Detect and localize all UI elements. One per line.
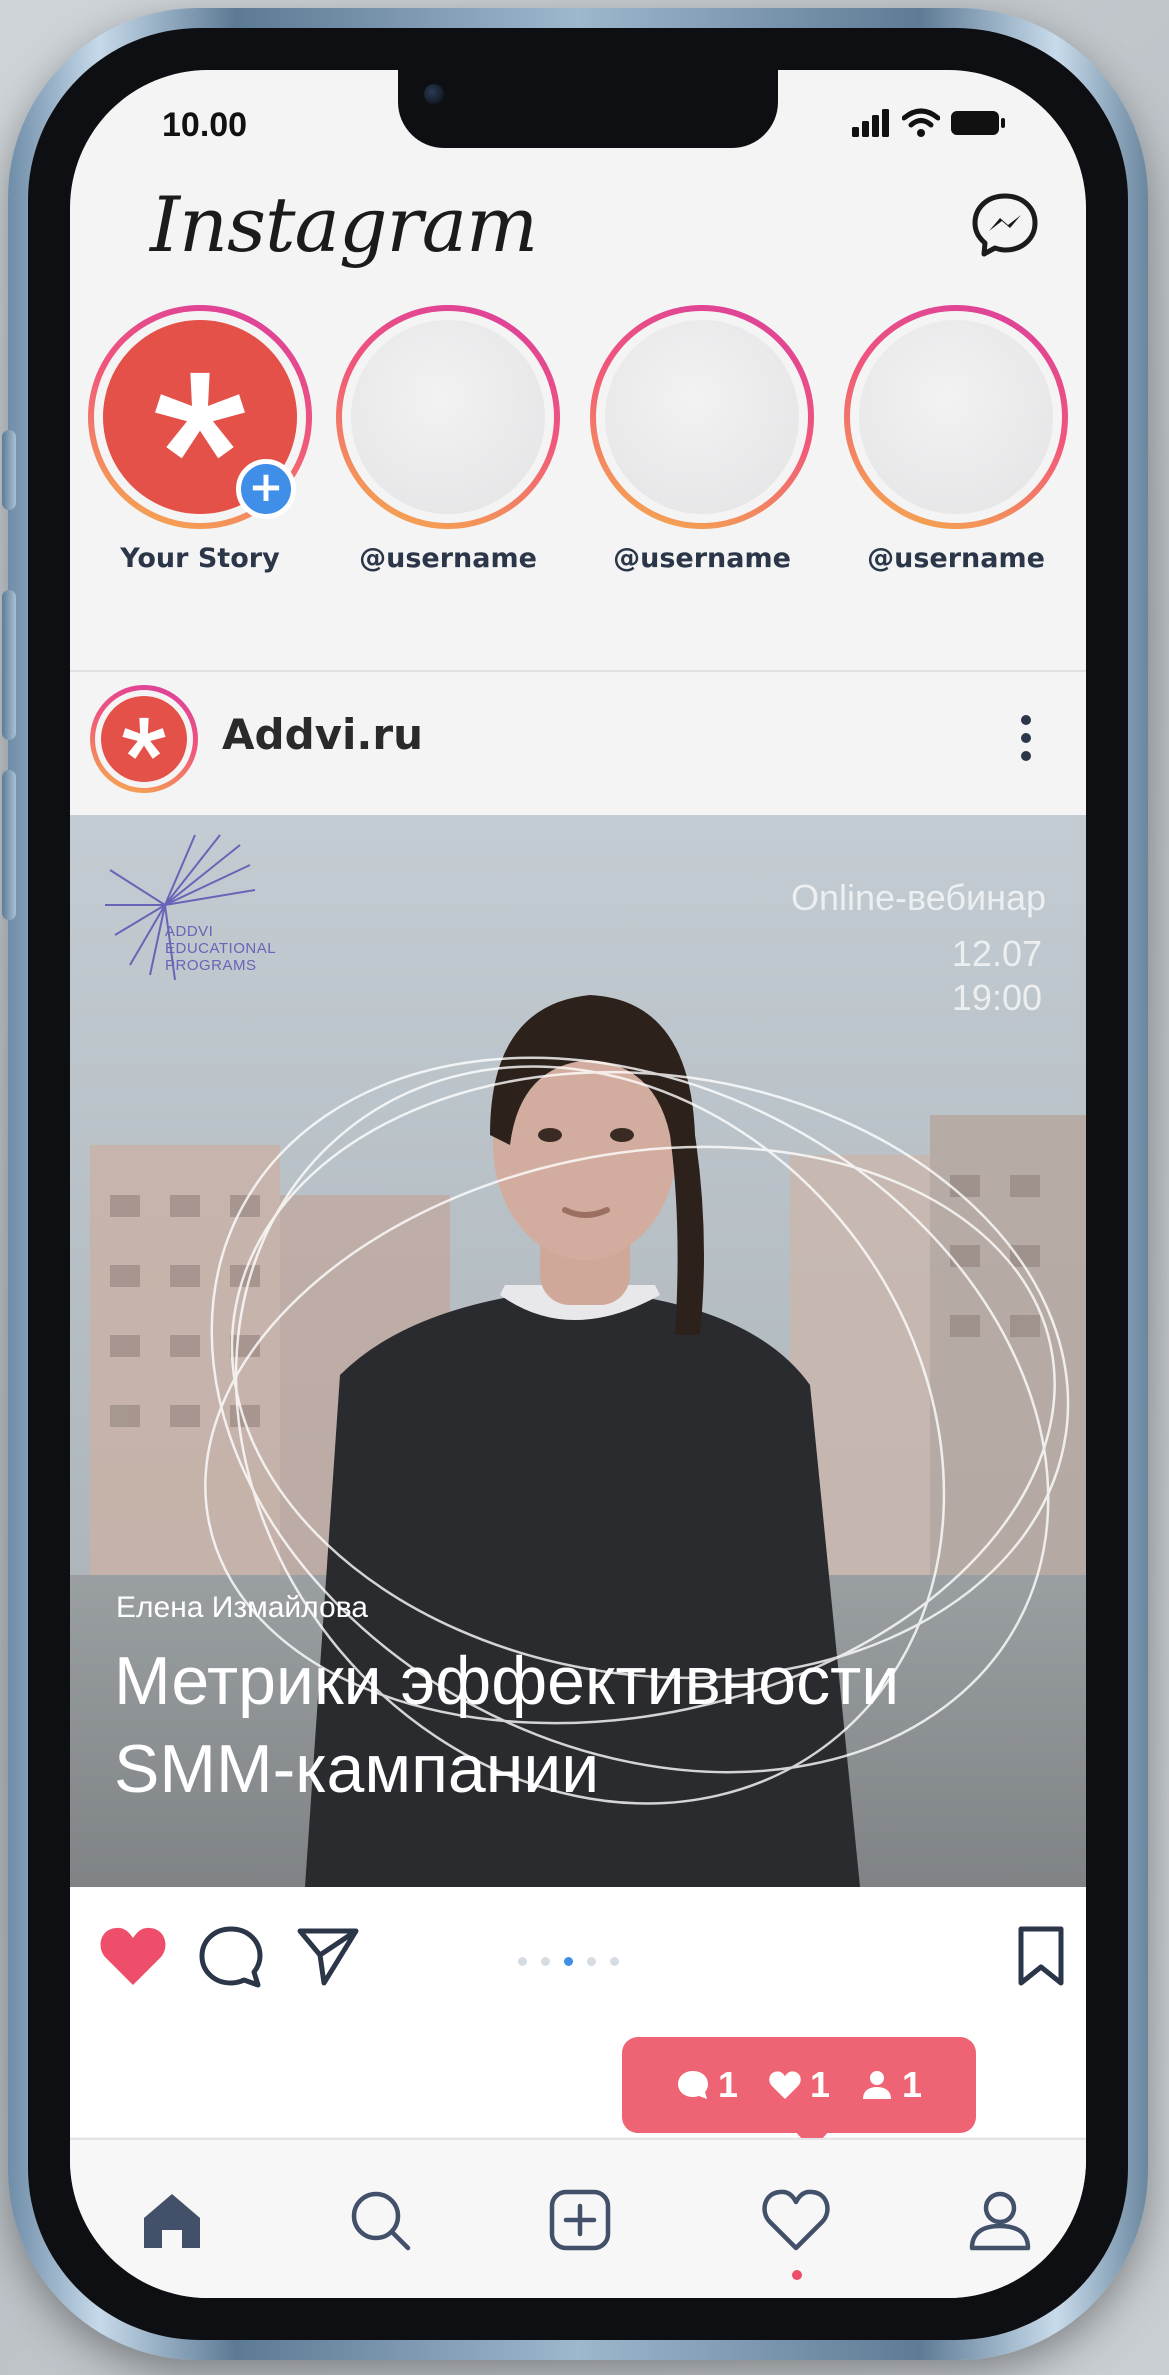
messenger-button[interactable] — [970, 190, 1040, 260]
profile-icon — [969, 2191, 1031, 2251]
carousel-indicator — [518, 1957, 619, 1966]
more-vertical-icon — [1021, 715, 1031, 761]
activity-indicator-dot — [792, 2270, 802, 2280]
story-label: @username — [613, 543, 791, 574]
status-icons — [852, 108, 1006, 138]
like-button[interactable] — [98, 1925, 168, 1991]
comment-filled-icon — [677, 2071, 708, 2099]
volume-down-button — [2, 770, 16, 920]
app-logo: Instagram — [150, 180, 538, 269]
post-actions-bar — [70, 1887, 1086, 2017]
activity-notification[interactable]: 1 1 1 — [622, 2037, 976, 2133]
carousel-dot — [518, 1957, 527, 1966]
notif-comments: 1 — [676, 2064, 738, 2106]
notif-followers: 1 — [860, 2064, 922, 2106]
battery-icon — [951, 111, 1005, 135]
carousel-dot — [541, 1957, 550, 1966]
post-author-name[interactable]: Addvi.ru — [222, 710, 423, 759]
avatar — [605, 320, 799, 514]
brand-logo-icon — [155, 372, 245, 459]
phone-screen: 10.00 Instagram + Your Story @username @… — [70, 70, 1086, 2298]
notif-likes: 1 — [768, 2064, 830, 2106]
volume-up-button — [2, 590, 16, 740]
media-logo-text: ADDVI EDUCATIONAL PROGRAMS — [165, 923, 277, 974]
stories-row: + Your Story @username @username @userna… — [70, 305, 1086, 665]
share-button[interactable] — [296, 1925, 360, 1993]
stories-divider — [70, 670, 1086, 672]
webinar-headline: Метрики эффективности SMM-кампании — [114, 1643, 900, 1807]
create-icon — [549, 2189, 611, 2251]
notif-followers-count: 1 — [902, 2064, 923, 2105]
heart-filled-icon — [769, 2071, 801, 2100]
avatar — [351, 320, 545, 514]
post-author-avatar[interactable] — [90, 685, 198, 793]
front-camera — [424, 84, 444, 104]
send-icon — [297, 1928, 359, 1986]
brand-logo-icon — [122, 717, 166, 759]
carousel-dot — [587, 1957, 596, 1966]
add-story-button[interactable]: + — [236, 459, 296, 519]
messenger-icon — [972, 193, 1038, 257]
story-item[interactable]: @username — [586, 305, 818, 574]
tab-search[interactable] — [344, 2184, 416, 2256]
signal-icon — [852, 109, 889, 137]
story-ring — [844, 305, 1068, 529]
save-button[interactable] — [1016, 1925, 1066, 1993]
avatar — [859, 320, 1053, 514]
status-time: 10.00 — [162, 106, 248, 144]
post-image[interactable]: ADDVI EDUCATIONAL PROGRAMS Online-вебина… — [70, 815, 1086, 1887]
bottom-tab-bar — [70, 2138, 1086, 2298]
wifi-icon — [902, 108, 940, 137]
speaker-name: Елена Измайлова — [116, 1591, 368, 1624]
heart-filled-icon — [100, 1927, 166, 1985]
story-item[interactable]: @username — [840, 305, 1072, 574]
webinar-label: Online-вебинар — [790, 877, 1046, 918]
mute-switch — [2, 430, 16, 510]
activity-icon — [762, 2189, 830, 2251]
tab-create[interactable] — [544, 2184, 616, 2256]
notif-comments-count: 1 — [717, 2064, 738, 2105]
search-icon — [351, 2191, 411, 2251]
tab-home[interactable] — [136, 2184, 208, 2256]
story-ring — [590, 305, 814, 529]
notif-likes-count: 1 — [809, 2064, 831, 2105]
story-ring: + — [88, 305, 312, 529]
post-options-button[interactable] — [1006, 698, 1046, 778]
carousel-dot — [610, 1957, 619, 1966]
story-item[interactable]: @username — [332, 305, 564, 574]
story-label: Your Story — [120, 543, 280, 574]
bookmark-icon — [1018, 1926, 1064, 1986]
story-label: @username — [359, 543, 537, 574]
tab-profile[interactable] — [964, 2184, 1036, 2256]
notch — [398, 70, 778, 148]
story-label: @username — [867, 543, 1045, 574]
story-ring — [336, 305, 560, 529]
mockup-stage: 10.00 Instagram + Your Story @username @… — [0, 0, 1169, 2375]
webinar-time: 19:00 — [951, 977, 1042, 1018]
story-your-story[interactable]: + Your Story — [84, 305, 316, 574]
comment-button[interactable] — [198, 1925, 264, 1993]
comment-icon — [199, 1926, 263, 1988]
webinar-date: 12.07 — [951, 933, 1042, 974]
tab-activity[interactable] — [760, 2184, 832, 2256]
carousel-dot-active — [564, 1957, 573, 1966]
home-icon — [144, 2194, 200, 2248]
user-filled-icon — [863, 2071, 892, 2099]
